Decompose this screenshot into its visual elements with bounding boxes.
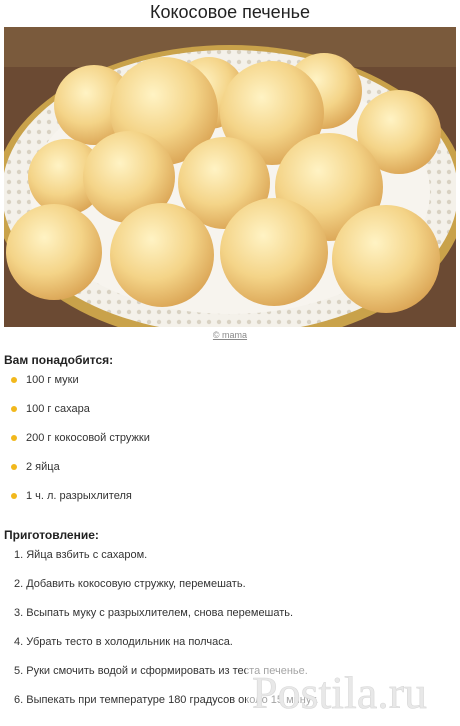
list-item: 200 г кокосовой стружки xyxy=(0,430,150,459)
preparation-heading: Приготовление: xyxy=(4,528,99,542)
ingredient-text: 100 г муки xyxy=(26,374,79,386)
list-item: 2 яйца xyxy=(0,459,150,488)
step-item: 6. Выпекать при температуре 180 градусов… xyxy=(14,694,319,706)
photo-credit-link[interactable]: © mama xyxy=(0,330,460,340)
list-item: 100 г муки xyxy=(0,372,150,401)
page-title: Кокосовое печенье xyxy=(149,2,311,22)
list-item: 100 г сахара xyxy=(0,401,150,430)
bullet-icon xyxy=(11,493,17,499)
ingredient-text: 200 г кокосовой стружки xyxy=(26,432,150,444)
bullet-icon xyxy=(11,406,17,412)
bullet-icon xyxy=(11,377,17,383)
ingredient-text: 1 ч. л. разрыхлителя xyxy=(26,490,132,502)
ingredient-text: 2 яйца xyxy=(26,461,60,473)
preparation-steps: 1. Яйца взбить с сахаром. 2. Добавить ко… xyxy=(0,547,318,721)
step-item: 2. Добавить кокосовую стружку, перемешат… xyxy=(14,578,246,590)
step-item: 4. Убрать тесто в холодильник на полчаса… xyxy=(14,636,233,648)
cookies-photo xyxy=(4,27,456,327)
step-item: 3. Всыпать муку с разрыхлителем, снова п… xyxy=(14,607,294,619)
ingredients-list: 100 г муки 100 г сахара 200 г кокосовой … xyxy=(0,372,150,517)
step-item: 1. Яйца взбить с сахаром. xyxy=(14,549,148,561)
step-item: 5. Руки смочить водой и сформировать из … xyxy=(14,665,308,677)
ingredients-heading: Вам понадобится: xyxy=(4,353,114,367)
bullet-icon xyxy=(11,464,17,470)
bullet-icon xyxy=(11,435,17,441)
list-item: 1 ч. л. разрыхлителя xyxy=(0,488,150,517)
ingredient-text: 100 г сахара xyxy=(26,403,90,415)
